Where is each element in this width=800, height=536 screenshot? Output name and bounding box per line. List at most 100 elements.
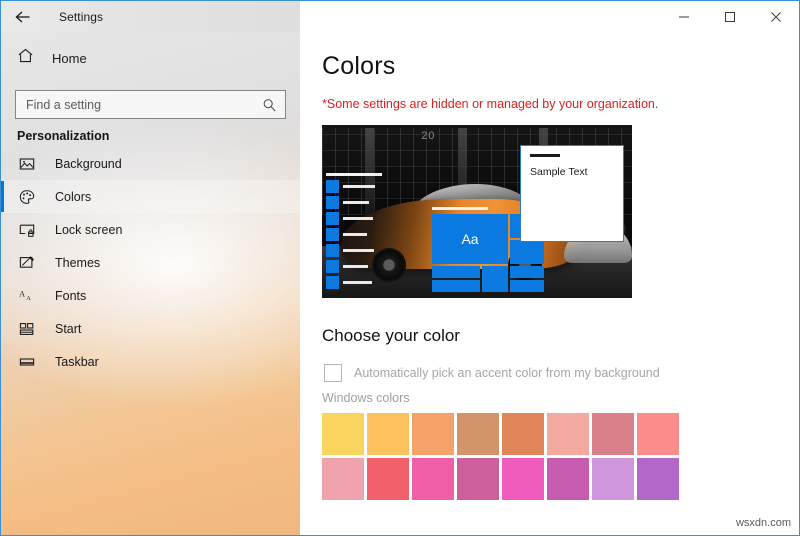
preview-list-line <box>343 265 368 268</box>
preview-list-line <box>343 249 374 252</box>
color-swatch[interactable] <box>592 458 634 500</box>
preview-tile <box>510 280 544 292</box>
color-swatch[interactable] <box>412 458 454 500</box>
back-arrow-icon <box>14 9 32 25</box>
sidebar-item-start-label: Start <box>55 322 81 336</box>
windows-color-swatches <box>322 413 679 500</box>
color-swatch[interactable] <box>367 458 409 500</box>
sidebar-item-taskbar[interactable]: Taskbar <box>1 345 300 378</box>
sidebar-section-title: Personalization <box>1 129 300 143</box>
preview-list-row <box>326 196 418 209</box>
sidebar-item-taskbar-label: Taskbar <box>55 355 99 369</box>
svg-text:A: A <box>19 288 26 298</box>
maximize-button[interactable] <box>707 1 753 32</box>
preview-list-tile <box>326 228 339 241</box>
watermark: wsxdn.com <box>736 517 791 529</box>
sidebar-item-fonts-label: Fonts <box>55 289 86 303</box>
sidebar-item-lock-screen-label: Lock screen <box>55 223 122 237</box>
preview-list-row <box>326 276 418 289</box>
preview-tile <box>432 280 480 292</box>
color-swatch[interactable] <box>502 458 544 500</box>
sidebar-item-themes-label: Themes <box>55 256 100 270</box>
settings-window: Settings <box>0 0 800 536</box>
preview-list-tile <box>326 180 339 193</box>
preview-list-tile <box>326 196 339 209</box>
color-swatch[interactable] <box>457 413 499 455</box>
preview-tile <box>432 266 480 278</box>
title-bar-left: Settings <box>1 1 300 32</box>
home-icon <box>17 47 34 69</box>
sidebar-item-background-label: Background <box>55 157 122 171</box>
palette-icon <box>17 187 37 207</box>
sidebar: Home Personalization <box>1 32 300 536</box>
color-swatch[interactable] <box>502 413 544 455</box>
sidebar-item-home[interactable]: Home <box>1 38 300 78</box>
search-icon[interactable] <box>262 97 277 112</box>
windows-colors-label: Windows colors <box>322 391 799 405</box>
organization-notice: *Some settings are hidden or managed by … <box>322 97 799 111</box>
color-swatch[interactable] <box>457 458 499 500</box>
minimize-button[interactable] <box>661 1 707 32</box>
back-button[interactable] <box>1 1 45 32</box>
color-swatch[interactable] <box>322 458 364 500</box>
preview-list-line <box>343 281 372 284</box>
preview-list-row <box>326 244 418 257</box>
preview-tile <box>510 266 544 278</box>
page-title: Colors <box>322 52 799 81</box>
maximize-icon <box>724 11 736 23</box>
preview-list-line <box>343 233 367 236</box>
preview-start-list <box>326 173 418 292</box>
color-swatch[interactable] <box>322 413 364 455</box>
preview-sample-window: Sample Text <box>520 145 624 242</box>
close-icon <box>770 11 782 23</box>
svg-text:A: A <box>26 295 31 302</box>
preview-tile <box>482 266 508 292</box>
sidebar-item-fonts[interactable]: A A Fonts <box>1 279 300 312</box>
image-icon <box>17 154 37 174</box>
sidebar-item-home-label: Home <box>52 51 87 66</box>
search-box[interactable] <box>15 90 286 119</box>
brush-icon <box>17 253 37 273</box>
theme-preview: 20 Aa <box>322 125 632 298</box>
taskbar-icon <box>17 352 37 372</box>
search-container <box>1 78 300 119</box>
sidebar-item-colors[interactable]: Colors <box>1 180 300 213</box>
color-swatch[interactable] <box>547 458 589 500</box>
auto-accent-label: Automatically pick an accent color from … <box>354 366 660 380</box>
sidebar-item-lock-screen[interactable]: Lock screen <box>1 213 300 246</box>
preview-list-header-bar <box>326 173 382 176</box>
preview-tiles-header-bar <box>432 207 488 210</box>
main-content: Colors *Some settings are hidden or mana… <box>300 32 799 536</box>
preview-list-row <box>326 260 418 273</box>
sidebar-item-start[interactable]: Start <box>1 312 300 345</box>
preview-list-row <box>326 228 418 241</box>
minimize-icon <box>678 11 690 23</box>
color-swatch[interactable] <box>592 413 634 455</box>
preview-building-number: 20 <box>421 130 435 142</box>
close-button[interactable] <box>753 1 799 32</box>
fonts-icon: A A <box>17 286 37 306</box>
app-title: Settings <box>59 10 103 24</box>
preview-list-tile <box>326 260 339 273</box>
auto-accent-checkbox[interactable] <box>324 364 342 382</box>
auto-accent-checkbox-row[interactable]: Automatically pick an accent color from … <box>324 364 799 382</box>
preview-list-line <box>343 201 369 204</box>
search-input[interactable] <box>16 92 246 117</box>
preview-list-line <box>343 217 373 220</box>
sidebar-item-background[interactable]: Background <box>1 147 300 180</box>
choose-your-color-heading: Choose your color <box>322 326 799 346</box>
color-swatch[interactable] <box>412 413 454 455</box>
color-swatch[interactable] <box>367 413 409 455</box>
preview-tile <box>510 240 544 264</box>
preview-list-tile <box>326 212 339 225</box>
preview-list-row <box>326 212 418 225</box>
color-swatch[interactable] <box>547 413 589 455</box>
preview-list-row <box>326 180 418 193</box>
color-swatch[interactable] <box>637 458 679 500</box>
sidebar-item-themes[interactable]: Themes <box>1 246 300 279</box>
preview-list-tile <box>326 244 339 257</box>
color-swatch[interactable] <box>637 413 679 455</box>
start-tiles-icon <box>17 319 37 339</box>
preview-window-titlebar <box>530 154 560 157</box>
sidebar-item-colors-label: Colors <box>55 190 91 204</box>
